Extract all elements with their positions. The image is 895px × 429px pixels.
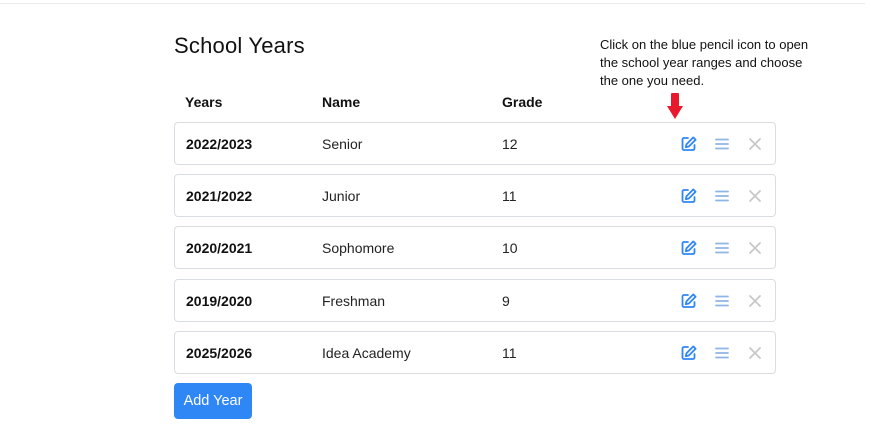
add-year-button[interactable]: Add Year [174, 383, 252, 419]
row-years: 2022/2023 [186, 136, 253, 152]
row-years: 2021/2022 [186, 188, 253, 204]
page-title: School Years [174, 33, 305, 58]
row-name: Idea Academy [322, 345, 411, 361]
table-row: 2021/2022 Junior 11 [174, 174, 776, 217]
row-grade: 9 [502, 293, 510, 309]
pencil-square-icon[interactable] [680, 239, 698, 257]
close-icon[interactable] [746, 239, 764, 257]
close-icon[interactable] [746, 187, 764, 205]
row-name: Sophomore [322, 240, 395, 256]
row-name: Senior [322, 136, 363, 152]
pencil-square-icon[interactable] [680, 344, 698, 362]
red-arrow-down-icon [667, 93, 683, 119]
bars-icon[interactable] [713, 239, 731, 257]
table-row: 2020/2021 Sophomore 10 [174, 226, 776, 269]
row-years: 2019/2020 [186, 293, 253, 309]
close-icon[interactable] [746, 292, 764, 310]
row-name: Junior [322, 188, 361, 204]
row-years: 2025/2026 [186, 345, 253, 361]
bars-icon[interactable] [713, 292, 731, 310]
bars-icon[interactable] [713, 135, 731, 153]
row-grade: 12 [502, 136, 518, 152]
close-icon[interactable] [746, 344, 764, 362]
row-name: Freshman [322, 293, 386, 309]
table-row: 2022/2023 Senior 12 [174, 122, 776, 165]
column-header-years: Years [185, 94, 223, 110]
pencil-square-icon[interactable] [680, 187, 698, 205]
pencil-square-icon[interactable] [680, 292, 698, 310]
column-header-name: Name [322, 94, 361, 110]
row-years: 2020/2021 [186, 240, 253, 256]
pencil-square-icon[interactable] [680, 135, 698, 153]
table-row: 2025/2026 Idea Academy 11 [174, 331, 776, 374]
bars-icon[interactable] [713, 187, 731, 205]
top-divider [0, 3, 865, 4]
table-row: 2019/2020 Freshman 9 [174, 279, 776, 322]
row-grade: 10 [502, 240, 518, 256]
row-grade: 11 [502, 345, 517, 361]
instruction-note: Click on the blue pencil icon to open th… [600, 37, 809, 88]
column-header-grade: Grade [502, 94, 543, 110]
close-icon[interactable] [746, 135, 764, 153]
row-grade: 11 [502, 188, 517, 204]
bars-icon[interactable] [713, 344, 731, 362]
